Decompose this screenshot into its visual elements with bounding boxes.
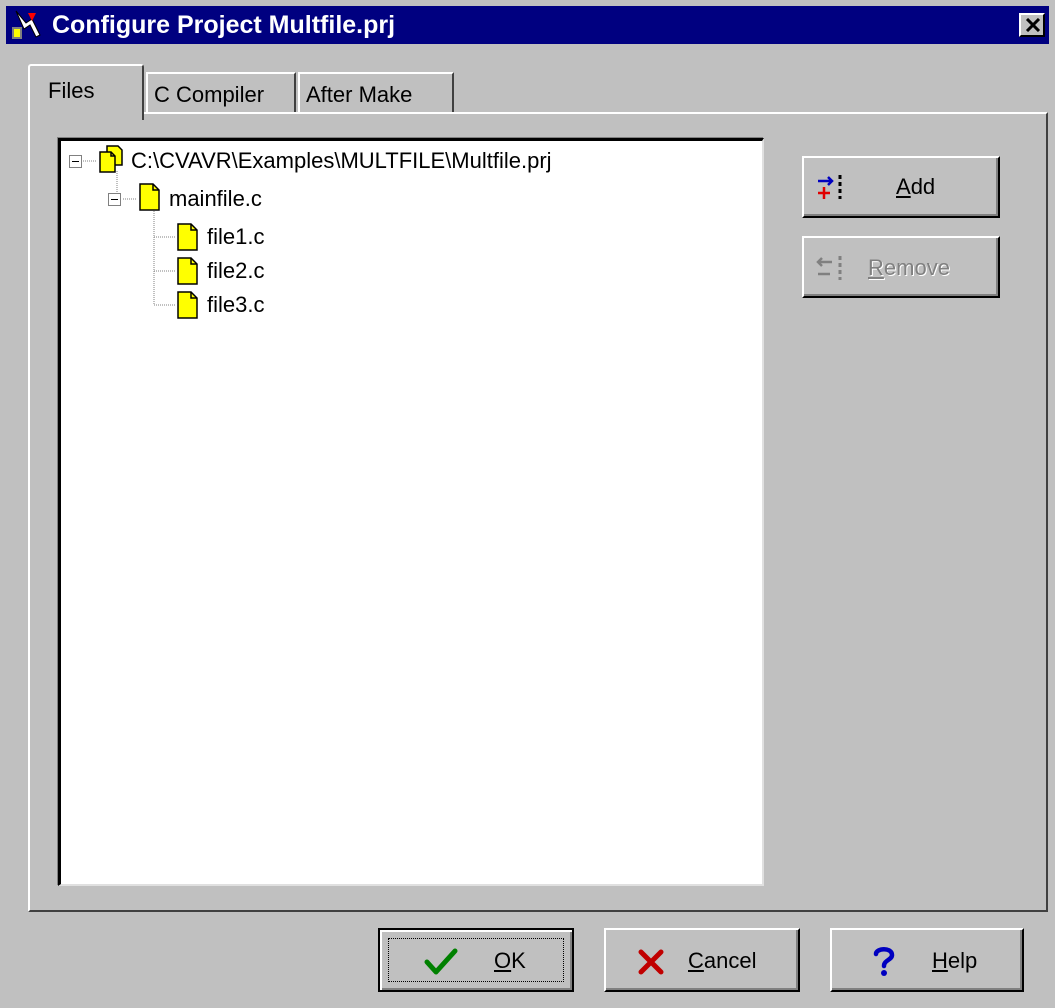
tab-c-compiler[interactable]: C Compiler	[146, 72, 296, 114]
tab-after-make-label: After Make	[306, 82, 413, 107]
c-file-icon	[177, 223, 198, 251]
tree-node-file2[interactable]: file2.c	[207, 257, 264, 285]
ok-button-accel: O	[494, 948, 512, 973]
tree-node-file1[interactable]: file1.c	[207, 223, 264, 251]
configure-project-dialog: Configure Project Multfile.prj Files C C…	[0, 0, 1055, 1008]
help-button-label: elp	[947, 948, 978, 973]
add-button-accel: A	[896, 174, 911, 199]
help-button[interactable]: Help	[830, 928, 1024, 992]
project-file-icon	[99, 145, 123, 173]
tree-node-file3[interactable]: file3.c	[207, 291, 264, 319]
tab-c-compiler-label: C Compiler	[154, 82, 265, 107]
cancel-x-icon	[638, 949, 664, 975]
remove-button-accel: R	[868, 255, 884, 280]
ok-button[interactable]: OK	[378, 928, 574, 992]
cancel-button[interactable]: Cancel	[604, 928, 800, 992]
cancel-button-label: ancel	[703, 948, 757, 973]
help-button-accel: H	[932, 948, 948, 973]
tree-node-mainfile[interactable]: mainfile.c	[169, 185, 262, 213]
mainfile-collapse-toggle[interactable]	[108, 193, 121, 206]
remove-file-icon	[816, 256, 842, 280]
focus-rectangle	[388, 938, 564, 982]
close-icon	[1025, 18, 1041, 32]
app-icon	[12, 10, 41, 39]
close-button[interactable]	[1019, 13, 1045, 37]
cancel-button-accel: C	[688, 948, 704, 973]
tree-node-project[interactable]: C:\CVAVR\Examples\MULTFILE\Multfile.prj	[131, 147, 552, 175]
check-icon	[424, 948, 458, 975]
title-bar[interactable]: Configure Project Multfile.prj	[6, 6, 1049, 44]
add-button[interactable]: Add	[802, 156, 1000, 218]
remove-button[interactable]: Remove	[802, 236, 1000, 298]
c-file-icon	[177, 257, 198, 285]
remove-button-label: emove	[883, 255, 950, 280]
ok-button-label: K	[511, 948, 526, 973]
root-collapse-toggle[interactable]	[69, 155, 82, 168]
add-button-label: dd	[910, 174, 936, 199]
tab-files[interactable]: Files	[28, 64, 144, 120]
c-file-icon	[139, 183, 160, 211]
window-title: Configure Project Multfile.prj	[52, 11, 396, 39]
tab-after-make[interactable]: After Make	[298, 72, 454, 114]
add-file-icon	[818, 175, 842, 199]
tab-files-label: Files	[48, 78, 95, 103]
project-file-tree[interactable]: C:\CVAVR\Examples\MULTFILE\Multfile.prj …	[58, 138, 764, 886]
help-question-icon	[873, 947, 895, 976]
c-file-icon	[177, 291, 198, 319]
